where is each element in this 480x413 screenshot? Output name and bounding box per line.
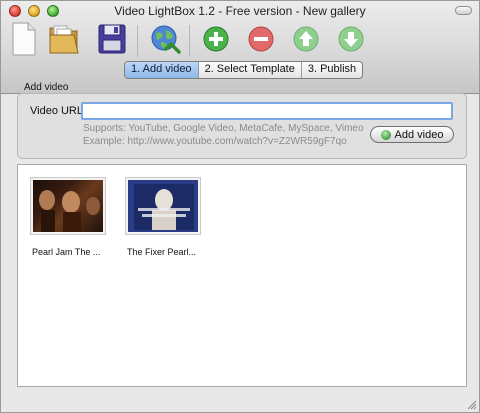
remove-icon[interactable]: [244, 20, 278, 58]
add-video-icon: [380, 129, 391, 140]
toolbar-separator: [189, 25, 190, 57]
step-tabs: 1. Add video 2. Select Template 3. Publi…: [124, 61, 364, 79]
move-down-icon[interactable]: [334, 20, 368, 58]
video-gallery: Pearl Jam The ... The Fixer Pearl...: [17, 164, 467, 387]
example-url-text: Example: http://www.youtube.com/watch?v=…: [83, 136, 347, 147]
supported-sites-text: Supports: YouTube, Google Video, MetaCaf…: [83, 123, 364, 134]
new-document-icon[interactable]: [9, 20, 39, 58]
video-thumbnail[interactable]: [125, 177, 201, 235]
video-caption: The Fixer Pearl...: [127, 247, 197, 257]
toolbar-toggle-button[interactable]: [455, 6, 472, 15]
video-thumbnail-image: [128, 180, 198, 232]
add-icon[interactable]: [199, 20, 233, 58]
open-folder-icon[interactable]: [46, 20, 84, 58]
save-icon[interactable]: [95, 20, 129, 58]
tab-select-template[interactable]: 2. Select Template: [199, 62, 302, 78]
title-bar: Video LightBox 1.2 - Free version - New …: [1, 1, 479, 94]
window-title: Video LightBox 1.2 - Free version - New …: [114, 4, 366, 18]
video-url-input[interactable]: [81, 102, 453, 120]
toolbar-separator: [137, 25, 138, 57]
video-caption: Pearl Jam The ...: [32, 247, 101, 257]
publish-globe-icon[interactable]: [148, 20, 182, 58]
add-video-button[interactable]: Add video: [370, 126, 454, 143]
app-window: Video LightBox 1.2 - Free version - New …: [0, 0, 480, 413]
resize-grip-icon[interactable]: [467, 400, 477, 410]
add-video-button-label: Add video: [394, 128, 444, 141]
tab-add-video[interactable]: 1. Add video: [125, 62, 199, 78]
move-up-icon[interactable]: [289, 20, 323, 58]
add-video-group-label: Add video: [24, 82, 69, 93]
video-thumbnail-image: [33, 180, 103, 232]
video-thumbnail[interactable]: [30, 177, 106, 235]
video-url-label: Video URL: [30, 105, 83, 117]
tab-publish[interactable]: 3. Publish: [302, 62, 362, 78]
